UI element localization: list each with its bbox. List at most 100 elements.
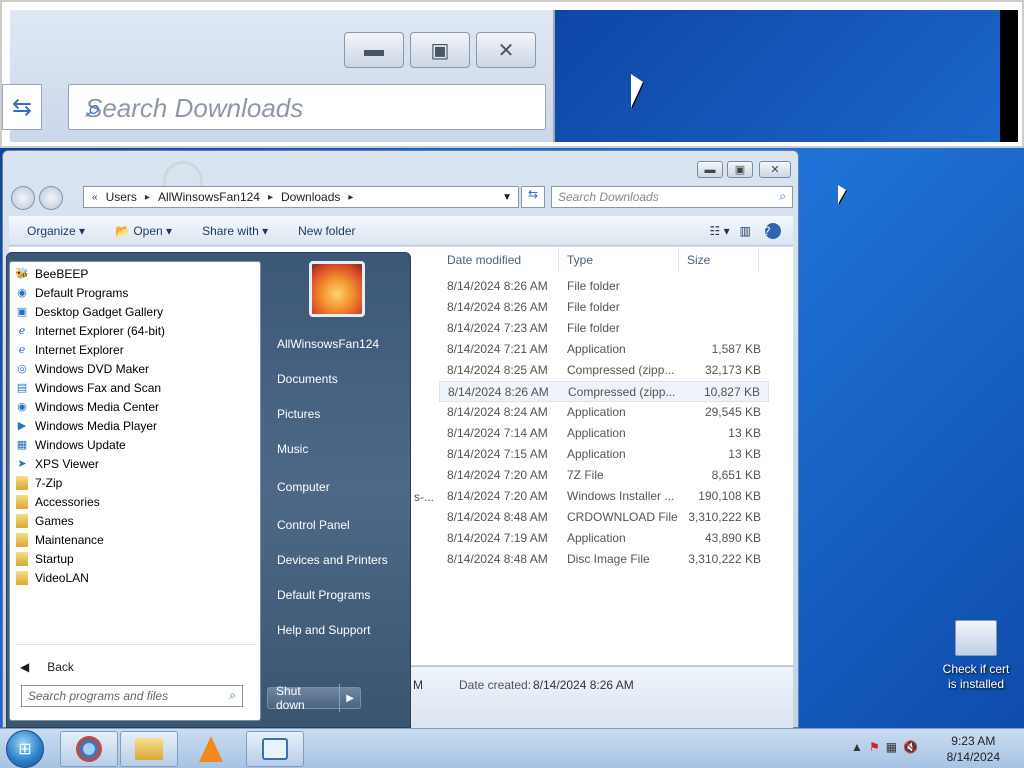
column-type[interactable]: Type bbox=[559, 247, 679, 271]
breadcrumb-downloads[interactable]: Downloads bbox=[281, 190, 340, 204]
file-row[interactable]: 8/14/2024 8:48 AM CRDOWNLOAD File 3,310,22… bbox=[439, 507, 769, 528]
program-item[interactable]: 🐝 BeeBEEP bbox=[14, 264, 88, 283]
organize-button[interactable]: Organize ▾ bbox=[9, 224, 97, 238]
search-icon: ⌕ bbox=[229, 688, 236, 702]
start-link[interactable]: Documents bbox=[277, 372, 338, 386]
file-row[interactable]: 8/14/2024 8:26 AM File folder bbox=[439, 297, 769, 318]
file-row[interactable]: 8/14/2024 8:25 AM Compressed (zipp... 32,1… bbox=[439, 360, 769, 381]
user-avatar[interactable] bbox=[309, 261, 365, 317]
file-row[interactable]: 8/14/2024 7:20 AM Windows Installer ... 19… bbox=[439, 486, 769, 507]
clock[interactable]: 9:23 AM 8/14/2024 bbox=[947, 733, 1000, 765]
open-button[interactable]: 📂 Open ▾ bbox=[97, 224, 184, 238]
shutdown-options-icon[interactable]: ▶ bbox=[340, 693, 360, 704]
program-item[interactable]: ◎ Windows DVD Maker bbox=[14, 359, 149, 378]
shutdown-button[interactable]: Shut down ▶ bbox=[267, 684, 361, 712]
row-date: 8/14/2024 7:14 AM bbox=[447, 426, 548, 440]
address-bar[interactable]: « Users ▸ AllWinsowsFan124 ▸ Downloads ▸ ▼ bbox=[83, 186, 519, 208]
row-type: File folder bbox=[567, 321, 620, 335]
row-date: 8/14/2024 8:48 AM bbox=[447, 552, 548, 566]
start-link[interactable]: Devices and Printers bbox=[277, 553, 388, 567]
back-button[interactable]: ◀ Back bbox=[20, 660, 74, 674]
file-row[interactable]: 8/14/2024 7:20 AM 7Z File 8,651 KB bbox=[439, 465, 769, 486]
taskbar-chrome[interactable] bbox=[60, 731, 118, 767]
program-item[interactable]: ℯ Internet Explorer bbox=[14, 340, 124, 359]
action-center-icon[interactable]: ⚑ bbox=[869, 740, 886, 754]
network-icon[interactable]: ▦ bbox=[886, 740, 903, 754]
preview-pane-icon[interactable]: ▥ bbox=[740, 224, 765, 238]
start-search-input[interactable]: Search programs and files ⌕ bbox=[21, 685, 243, 707]
row-type: Application bbox=[567, 426, 626, 440]
file-row[interactable]: 8/14/2024 7:14 AM Application 13 KB bbox=[439, 423, 769, 444]
row-type: Application bbox=[567, 531, 626, 545]
start-link[interactable]: Computer bbox=[277, 480, 330, 494]
program-item[interactable]: Accessories bbox=[14, 492, 100, 511]
file-row[interactable]: 8/14/2024 8:26 AM File folder bbox=[439, 276, 769, 297]
start-link[interactable]: Default Programs bbox=[277, 588, 370, 602]
taskbar-vlc[interactable] bbox=[182, 731, 240, 767]
start-link[interactable]: Music bbox=[277, 442, 308, 456]
start-link[interactable]: Pictures bbox=[277, 407, 320, 421]
row-size: 29,545 KB bbox=[704, 405, 761, 419]
volume-muted-icon[interactable]: 🔇 bbox=[903, 740, 924, 754]
show-hidden-icons-icon[interactable]: ▲ bbox=[851, 740, 869, 754]
program-item[interactable]: ▦ Windows Update bbox=[14, 435, 126, 454]
row-date: 8/14/2024 7:23 AM bbox=[447, 321, 548, 335]
taskbar-magnifier[interactable] bbox=[246, 731, 304, 767]
view-options-icon[interactable]: ☷ ▾ bbox=[710, 224, 740, 238]
row-size: 8,651 KB bbox=[711, 468, 761, 482]
program-item[interactable]: ▤ Windows Fax and Scan bbox=[14, 378, 161, 397]
help-icon[interactable]: ? bbox=[764, 222, 781, 239]
file-row[interactable]: 8/14/2024 7:19 AM Application 43,890 KB bbox=[439, 528, 769, 549]
start-button[interactable]: ⊞ bbox=[6, 730, 44, 768]
program-item[interactable]: ▣ Desktop Gadget Gallery bbox=[14, 302, 163, 321]
file-row[interactable]: 8/14/2024 8:26 AM Compressed (zipp... 10,8… bbox=[439, 381, 769, 402]
close-button[interactable]: ✕ bbox=[759, 161, 791, 178]
program-item[interactable]: VideoLAN bbox=[14, 568, 89, 587]
refresh-button[interactable]: ⇆ bbox=[521, 186, 545, 208]
desktop-icon-check-cert[interactable]: Check if cert is installed bbox=[940, 620, 1012, 692]
row-date: 8/14/2024 8:26 AM bbox=[448, 385, 549, 399]
breadcrumb-users[interactable]: Users bbox=[106, 190, 137, 204]
folder-icon bbox=[16, 475, 28, 490]
back-button[interactable] bbox=[11, 186, 35, 210]
start-link[interactable]: Help and Support bbox=[277, 623, 370, 637]
mouse-cursor-icon bbox=[631, 74, 643, 108]
maximize-button[interactable]: ▣ bbox=[727, 161, 753, 178]
file-row[interactable]: 8/14/2024 7:21 AM Application 1,587 KB bbox=[439, 339, 769, 360]
start-link[interactable]: AllWinsowsFan124 bbox=[277, 337, 379, 351]
program-item[interactable]: ◉ Windows Media Center bbox=[14, 397, 159, 416]
new-folder-button[interactable]: New folder bbox=[280, 224, 367, 238]
search-input[interactable]: Search Downloads ⌕ bbox=[551, 186, 793, 208]
row-date: 8/14/2024 8:26 AM bbox=[447, 300, 548, 314]
row-type: File folder bbox=[567, 279, 620, 293]
forward-button[interactable] bbox=[39, 186, 63, 210]
program-item[interactable]: Games bbox=[14, 511, 74, 530]
program-icon: 🐝 bbox=[15, 268, 29, 280]
file-row[interactable]: 8/14/2024 8:24 AM Application 29,545 KB bbox=[439, 402, 769, 423]
minimize-button[interactable]: ▬ bbox=[697, 161, 723, 178]
share-with-button[interactable]: Share with ▾ bbox=[184, 224, 280, 238]
start-link[interactable]: Control Panel bbox=[277, 518, 350, 532]
column-date-modified[interactable]: Date modified bbox=[439, 247, 559, 271]
address-dropdown-icon[interactable]: ▼ bbox=[502, 192, 512, 203]
program-icon: ◉ bbox=[17, 401, 27, 413]
file-row[interactable]: 8/14/2024 8:48 AM Disc Image File 3,310,22… bbox=[439, 549, 769, 570]
taskbar-explorer[interactable] bbox=[120, 731, 178, 767]
program-item[interactable]: Maintenance bbox=[14, 530, 104, 549]
file-row[interactable]: 8/14/2024 7:15 AM Application 13 KB bbox=[439, 444, 769, 465]
breadcrumb-user[interactable]: AllWinsowsFan124 bbox=[158, 190, 260, 204]
details-date-created-label: Date created: bbox=[459, 678, 532, 692]
row-date: 8/14/2024 8:25 AM bbox=[447, 363, 548, 377]
program-item[interactable]: ➤ XPS Viewer bbox=[14, 454, 98, 473]
program-item[interactable]: ▶ Windows Media Player bbox=[14, 416, 157, 435]
column-size[interactable]: Size bbox=[679, 247, 759, 271]
file-row[interactable]: 8/14/2024 7:23 AM File folder bbox=[439, 318, 769, 339]
maximize-icon: ▣ bbox=[410, 32, 470, 68]
breadcrumb-overflow[interactable]: « bbox=[92, 192, 98, 203]
program-item[interactable]: ℯ Internet Explorer (64-bit) bbox=[14, 321, 165, 340]
program-item[interactable]: Startup bbox=[14, 549, 74, 568]
program-item[interactable]: 7-Zip bbox=[14, 473, 62, 492]
row-date: 8/14/2024 7:20 AM bbox=[447, 489, 548, 503]
command-bar: Organize ▾ 📂 Open ▾ Share with ▾ New fol… bbox=[9, 216, 793, 246]
program-item[interactable]: ◉ Default Programs bbox=[14, 283, 128, 302]
